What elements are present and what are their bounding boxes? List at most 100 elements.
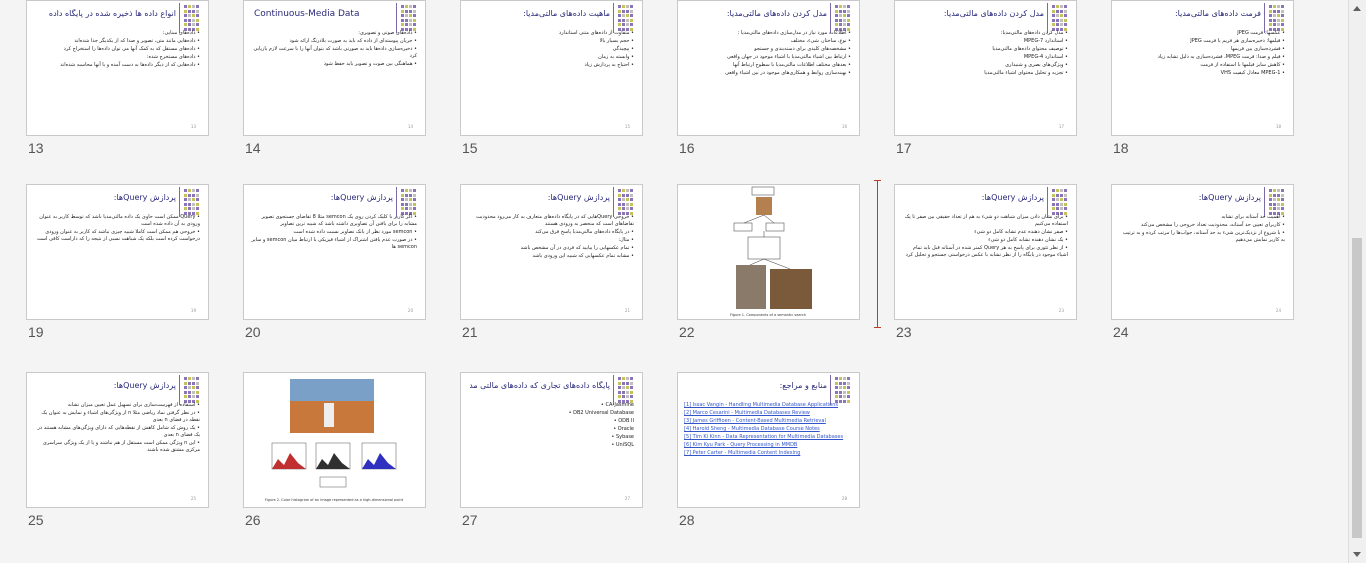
- slide-cell: Figure 2. Color histogram of an image re…: [217, 372, 426, 537]
- slide-cell: مدل کردن داده‌های مالتی‌مدیا: • اطلاعات م…: [651, 0, 860, 165]
- slide-cell: پردازش Queryها: • استفاده از فهرست‌سازی ب…: [0, 372, 209, 537]
- slide-decoration-icon: [618, 5, 636, 31]
- slide-number-label: 24: [1113, 324, 1129, 340]
- slide-bullet: • UniSQL: [611, 442, 634, 448]
- slide-thumbnail[interactable]: پردازش Queryها: • خروجی Query‌هایی که در …: [460, 184, 643, 320]
- slide-bullet: • ارتباط بین اشیاء مالتی‌مدیا با اشیاء م…: [726, 54, 851, 60]
- reference-link[interactable]: [2] Marco Cesarini - Multimedia Database…: [684, 410, 851, 417]
- slide-bullet: • عکسها: فرمت JPEG: [1237, 30, 1285, 36]
- slide-decoration-icon: [184, 189, 202, 215]
- slide-page-number: 15: [624, 124, 630, 129]
- reference-link[interactable]: [3] James Griffioen - Content-Based Mult…: [684, 418, 851, 425]
- slide-cell: منابع و مراجع: [1] Issac Vangin - Handlin…: [651, 372, 860, 537]
- slide-decoration-icon: [835, 377, 853, 403]
- figure-shape: [736, 265, 766, 309]
- slide-bullet: • مشابه تمام عکسهایی که شبیه این ورودی ب…: [532, 253, 634, 259]
- reference-link[interactable]: [4] Harold Sheng - Multimedia Database C…: [684, 426, 851, 433]
- slide-bullet: • کاربرای تعیین حد آستانه، محدودیت تعداد…: [1141, 222, 1285, 228]
- slide-bullet: • کاهش سایز فیلمها با استفاده از فرمت: [1200, 62, 1285, 68]
- slide-thumbnail[interactable]: Figure 1. Components of a semantic searc…: [677, 184, 860, 320]
- figure-shape: [763, 258, 791, 270]
- reference-link[interactable]: [6] Kim Kyu Park - Query Processing in M…: [684, 442, 851, 449]
- slide-thumbnail[interactable]: مدل کردن داده‌های مالتی‌مدیا: • اطلاعات م…: [677, 0, 860, 136]
- slide-thumbnail[interactable]: Continuous-Media Data • داده‌های صوتی و ت…: [243, 0, 426, 136]
- slide-bullet: • مدل کردن داده‌های مالتی‌مدیا:: [1000, 30, 1068, 36]
- slide-thumbnail[interactable]: پردازش Queryها: • برای نشان دادن میزان شب…: [894, 184, 1077, 320]
- slide-cell: Continuous-Media Data • داده‌های صوتی و ت…: [217, 0, 426, 165]
- slide-title: فرمت داده‌های مالتی‌مدیا:: [1174, 9, 1261, 18]
- slide-thumbnail[interactable]: ماهیت داده‌های مالتی‌مدیا: • متفاوت از دا…: [460, 0, 643, 136]
- slide-bullet: • MPEG-1 معادل کیفیت VHS: [1220, 70, 1285, 76]
- reference-link[interactable]: [1] Issac Vangin - Handling Multimedia D…: [684, 402, 851, 409]
- slide-page-number: 17: [1058, 124, 1064, 129]
- slide-number-label: 22: [679, 324, 695, 340]
- figure-shape: [765, 222, 785, 232]
- slide-title: پردازش Queryها:: [1198, 193, 1261, 202]
- slide-number-label: 14: [245, 140, 261, 156]
- semantic-graph-figure: Figure 1. Components of a semantic searc…: [730, 186, 812, 317]
- slide-bullet: • از نظر تئوری برای پاسخ به هر Query کمت…: [905, 245, 1068, 258]
- slide-bullet: • بهینه‌سازی روابط و همکاری‌های موجود در…: [725, 70, 851, 76]
- reference-link[interactable]: [5] Tim Ki Kinn - Data Representation fo…: [684, 434, 851, 441]
- slide-bullet: • متفاوت از داده‌های متنی استاندارد: [558, 30, 634, 36]
- slide-title: پردازش Queryها:: [981, 193, 1044, 202]
- slide-bullet: • داده‌های صوتی و تصویری:: [358, 30, 417, 36]
- slide-bullet: • احتیاج به پردازش زیاد: [584, 62, 634, 68]
- slide-thumbnail[interactable]: مدل کردن داده‌های مالتی‌مدیا: • مدل کردن …: [894, 0, 1077, 136]
- slide-body: • برای نشان دادن میزان شباهت دو شیء به ه…: [901, 213, 1068, 311]
- slide-bullet: • داده‌هایی مانند متن، تصویر و صدا که از…: [74, 38, 200, 44]
- figure-shape: [747, 236, 781, 260]
- slide-thumbnail[interactable]: پردازش Queryها: • اگر کاربر با کلیک کردن …: [243, 184, 426, 320]
- slide-decoration-icon: [1269, 5, 1287, 31]
- slide-body: [1] Issac Vangin - Handling Multimedia D…: [684, 401, 851, 499]
- scroll-up-arrow-icon[interactable]: [1353, 6, 1361, 11]
- insertion-caret: [874, 180, 881, 328]
- slide-page-number: 23: [1058, 308, 1064, 313]
- slide-number-label: 20: [245, 324, 261, 340]
- reference-link[interactable]: [7] Peter Carter - Multimedia Content In…: [684, 450, 851, 457]
- figure-shape: [743, 214, 765, 224]
- slide-body: • CA-Jasmine • DB2 Universal Database • OD…: [467, 401, 634, 499]
- slide-thumbnail[interactable]: پایگاه داده‌های تجاری که داده‌های مالتی …: [460, 372, 643, 508]
- slide-cell: پردازش Queryها: • خروجی Query‌هایی که در …: [434, 184, 643, 349]
- figure-shape: [733, 222, 753, 232]
- slide-number-label: 27: [462, 512, 478, 528]
- figure-shape: [749, 258, 765, 266]
- slide-bullet: • تجزیه و تحلیل محتوای اشیاء مالتی‌مدیا: [984, 70, 1068, 76]
- slide-bullet: • با شروع از نزدیک‌ترین شیء به حد آستانه…: [1122, 230, 1285, 243]
- slide-bullet: • ویژگی‌های بصری و شنیداری: [1005, 62, 1068, 68]
- slide-title: ماهیت داده‌های مالتی‌مدیا:: [523, 9, 610, 18]
- slide-body: • اطلاعات مورد نیاز در مدل‌سازی داده‌های…: [684, 29, 851, 127]
- slide-decoration-icon: [1269, 189, 1287, 215]
- vertical-scrollbar[interactable]: [1348, 0, 1366, 563]
- scrollbar-thumb[interactable]: [1352, 238, 1362, 538]
- slide-body: • عکسها: فرمت JPEG • فیلمها: ذخیره‌سازی ه…: [1118, 29, 1285, 127]
- slide-bullet: • اگر کاربر با کلیک کردن روی یک semcon م…: [261, 214, 417, 227]
- slide-thumbnail[interactable]: پردازش Queryها: • اهمیت حد آستانه برای تش…: [1111, 184, 1294, 320]
- scroll-down-arrow-icon[interactable]: [1353, 552, 1361, 557]
- slide-thumbnail[interactable]: انواع داده ها ذخیره شده در پایگاه داده • …: [26, 0, 209, 136]
- slide-thumbnail[interactable]: منابع و مراجع: [1] Issac Vangin - Handlin…: [677, 372, 860, 508]
- slide-title: پردازش Queryها:: [113, 193, 176, 202]
- slide-body: • متفاوت از داده‌های متنی استاندارد • حجم…: [467, 29, 634, 127]
- slide-thumbnail[interactable]: Figure 2. Color histogram of an image re…: [243, 372, 426, 508]
- slide-bullet: • استاندارد MPEG-7: [1023, 38, 1068, 44]
- slide-body: • مدل کردن داده‌های مالتی‌مدیا: • استاندا…: [901, 29, 1068, 127]
- slide-bullet: • داده‌هایی که از دیگر داده‌ها به دست آم…: [60, 62, 200, 68]
- slide-decoration-icon: [184, 5, 202, 31]
- slide-bullet: • داده‌های مستخرج شده:: [146, 54, 200, 60]
- slide-number-label: 21: [462, 324, 478, 340]
- slide-title: پردازش Queryها:: [113, 381, 176, 390]
- slide-bullet: • داده‌های مبنایی:: [162, 30, 200, 36]
- slide-bullet: • توصیف محتوای داده‌های مالتی‌مدیا: [992, 46, 1068, 52]
- figure-shape: [770, 269, 812, 309]
- slide-bullet: • جریان پیوسته‌ای از داده که باید به صور…: [289, 38, 417, 44]
- slide-thumbnail[interactable]: پردازش Queryها: • Query ممکن است حاوی یک …: [26, 184, 209, 320]
- slide-thumbnail[interactable]: پردازش Queryها: • استفاده از فهرست‌سازی ب…: [26, 372, 209, 508]
- slide-thumbnail[interactable]: فرمت داده‌های مالتی‌مدیا: • عکسها: فرمت J…: [1111, 0, 1294, 136]
- slide-number-label: 25: [28, 512, 44, 528]
- slide-cell: پردازش Queryها: • اگر کاربر با کلیک کردن …: [217, 184, 426, 349]
- slide-title: پردازش Queryها:: [547, 193, 610, 202]
- slide-cell: پایگاه داده‌های تجاری که داده‌های مالتی …: [434, 372, 643, 537]
- slide-bullet: • فیلمها: ذخیره‌سازی هر فریم با فرمت JPE…: [1190, 38, 1285, 44]
